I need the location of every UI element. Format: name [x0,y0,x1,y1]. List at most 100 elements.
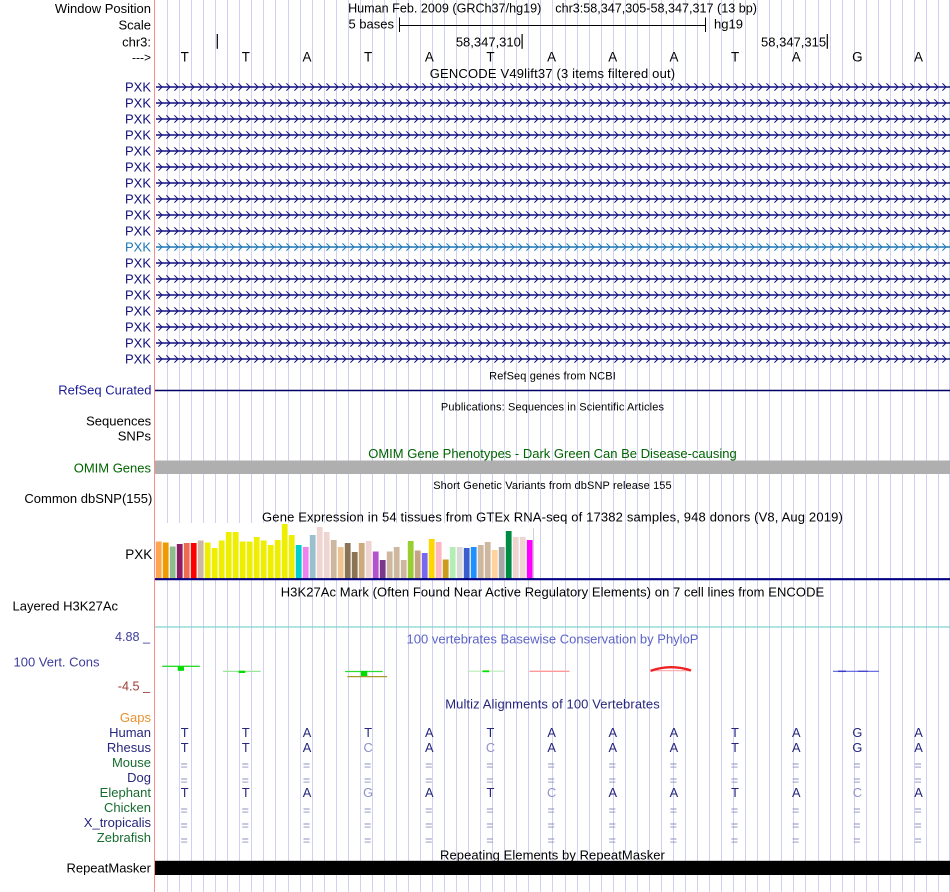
svg-text:PXK: PXK [125,128,151,143]
svg-text:A: A [547,725,556,740]
svg-text:T: T [242,785,250,800]
svg-text:=: = [914,803,921,817]
svg-text:=: = [425,833,432,847]
svg-text:Short Genetic Variants from db: Short Genetic Variants from dbSNP releas… [433,480,672,492]
svg-text:=: = [486,818,493,832]
svg-text:A: A [608,725,617,740]
svg-text:Common dbSNP(155): Common dbSNP(155) [24,491,152,506]
svg-text:X_tropicalis: X_tropicalis [84,815,152,830]
svg-text:=: = [670,818,677,832]
svg-text:Zebrafish: Zebrafish [97,830,151,845]
svg-text:=: = [792,758,799,772]
svg-text:Gene Expression in 54 tissues: Gene Expression in 54 tissues from GTEx … [262,510,843,525]
svg-text:=: = [303,803,310,817]
svg-text:=: = [242,803,249,817]
svg-text:T: T [487,785,495,800]
svg-text:PXK: PXK [125,160,151,175]
svg-text:PXK: PXK [125,112,151,127]
svg-text:A: A [670,740,679,755]
svg-text:H3K27Ac Mark (Often Found Near: H3K27Ac Mark (Often Found Near Active Re… [281,585,825,600]
svg-text:=: = [364,758,371,772]
svg-text:chr3:: chr3: [122,35,151,50]
svg-text:Publications: Sequences in Sci: Publications: Sequences in Scientific Ar… [441,402,665,414]
svg-text:Layered H3K27Ac: Layered H3K27Ac [12,598,118,613]
svg-text:PXK: PXK [125,176,151,191]
svg-text:A: A [914,50,923,65]
svg-text:A: A [669,50,678,65]
svg-text:T: T [242,725,250,740]
svg-text:=: = [242,833,249,847]
svg-text:C: C [853,785,862,800]
svg-text:=: = [792,833,799,847]
svg-text:PXK: PXK [125,352,151,367]
svg-text:G: G [852,50,862,65]
svg-text:Dog: Dog [127,770,151,785]
svg-text:=: = [364,803,371,817]
svg-text:A: A [425,725,434,740]
svg-text:A: A [425,740,434,755]
svg-text:Multiz Alignments of 100 Verte: Multiz Alignments of 100 Vertebrates [445,697,660,712]
svg-text:T: T [181,725,189,740]
svg-text:PXK: PXK [125,192,151,207]
svg-text:Rhesus: Rhesus [107,740,152,755]
svg-text:=: = [547,758,554,772]
svg-text:=: = [181,803,188,817]
svg-text:A: A [792,50,801,65]
svg-text:--->: ---> [132,51,151,65]
svg-text:A: A [303,785,312,800]
svg-text:SNPs: SNPs [118,428,152,443]
svg-text:Human: Human [109,725,151,740]
svg-text:Scale: Scale [118,18,151,33]
svg-text:PXK: PXK [125,224,151,239]
svg-text:T: T [364,50,372,65]
svg-text:PXK: PXK [125,320,151,335]
svg-text:=: = [303,758,310,772]
svg-text:5 bases: 5 bases [348,17,394,32]
svg-text:-4.5 _: -4.5 _ [118,679,151,693]
svg-text:C: C [547,785,556,800]
svg-text:T: T [181,785,189,800]
svg-text:PXK: PXK [125,256,151,271]
svg-text:T: T [242,50,250,65]
svg-text:=: = [242,818,249,832]
svg-text:A: A [914,740,923,755]
svg-text:A: A [792,785,801,800]
svg-text:100 vertebrates Basewise Conse: 100 vertebrates Basewise Conservation by… [407,632,699,647]
svg-text:=: = [670,833,677,847]
svg-text:G: G [363,785,373,800]
svg-text:A: A [914,725,923,740]
svg-text:=: = [731,803,738,817]
svg-text:A: A [425,785,434,800]
svg-text:T: T [242,740,250,755]
svg-text:=: = [181,758,188,772]
svg-text:hg19: hg19 [714,17,743,32]
svg-text:A: A [608,740,617,755]
svg-text:=: = [731,758,738,772]
svg-text:T: T [486,50,494,65]
svg-text:=: = [364,833,371,847]
svg-text:PXK: PXK [125,144,151,159]
svg-text:=: = [364,818,371,832]
svg-text:=: = [792,803,799,817]
svg-text:100 Vert. Cons: 100 Vert. Cons [14,655,100,670]
svg-text:RepeatMasker: RepeatMasker [66,861,151,876]
svg-text:=: = [731,818,738,832]
svg-text:=: = [547,833,554,847]
svg-text:4.88 _: 4.88 _ [115,630,151,644]
svg-text:=: = [425,818,432,832]
svg-text:A: A [670,785,679,800]
svg-text:PXK: PXK [125,288,151,303]
svg-text:=: = [853,803,860,817]
svg-text:=: = [731,833,738,847]
svg-text:RefSeq Curated: RefSeq Curated [58,382,151,397]
svg-text:=: = [425,803,432,817]
svg-text:=: = [914,758,921,772]
svg-text:OMIM Genes: OMIM Genes [74,461,152,476]
svg-text:PXK: PXK [125,240,151,255]
svg-text:=: = [670,803,677,817]
svg-text:T: T [731,50,739,65]
svg-text:T: T [364,725,372,740]
svg-text:=: = [609,833,616,847]
svg-text:Chicken: Chicken [104,800,151,815]
svg-text:58,347,310: 58,347,310 [456,35,521,50]
